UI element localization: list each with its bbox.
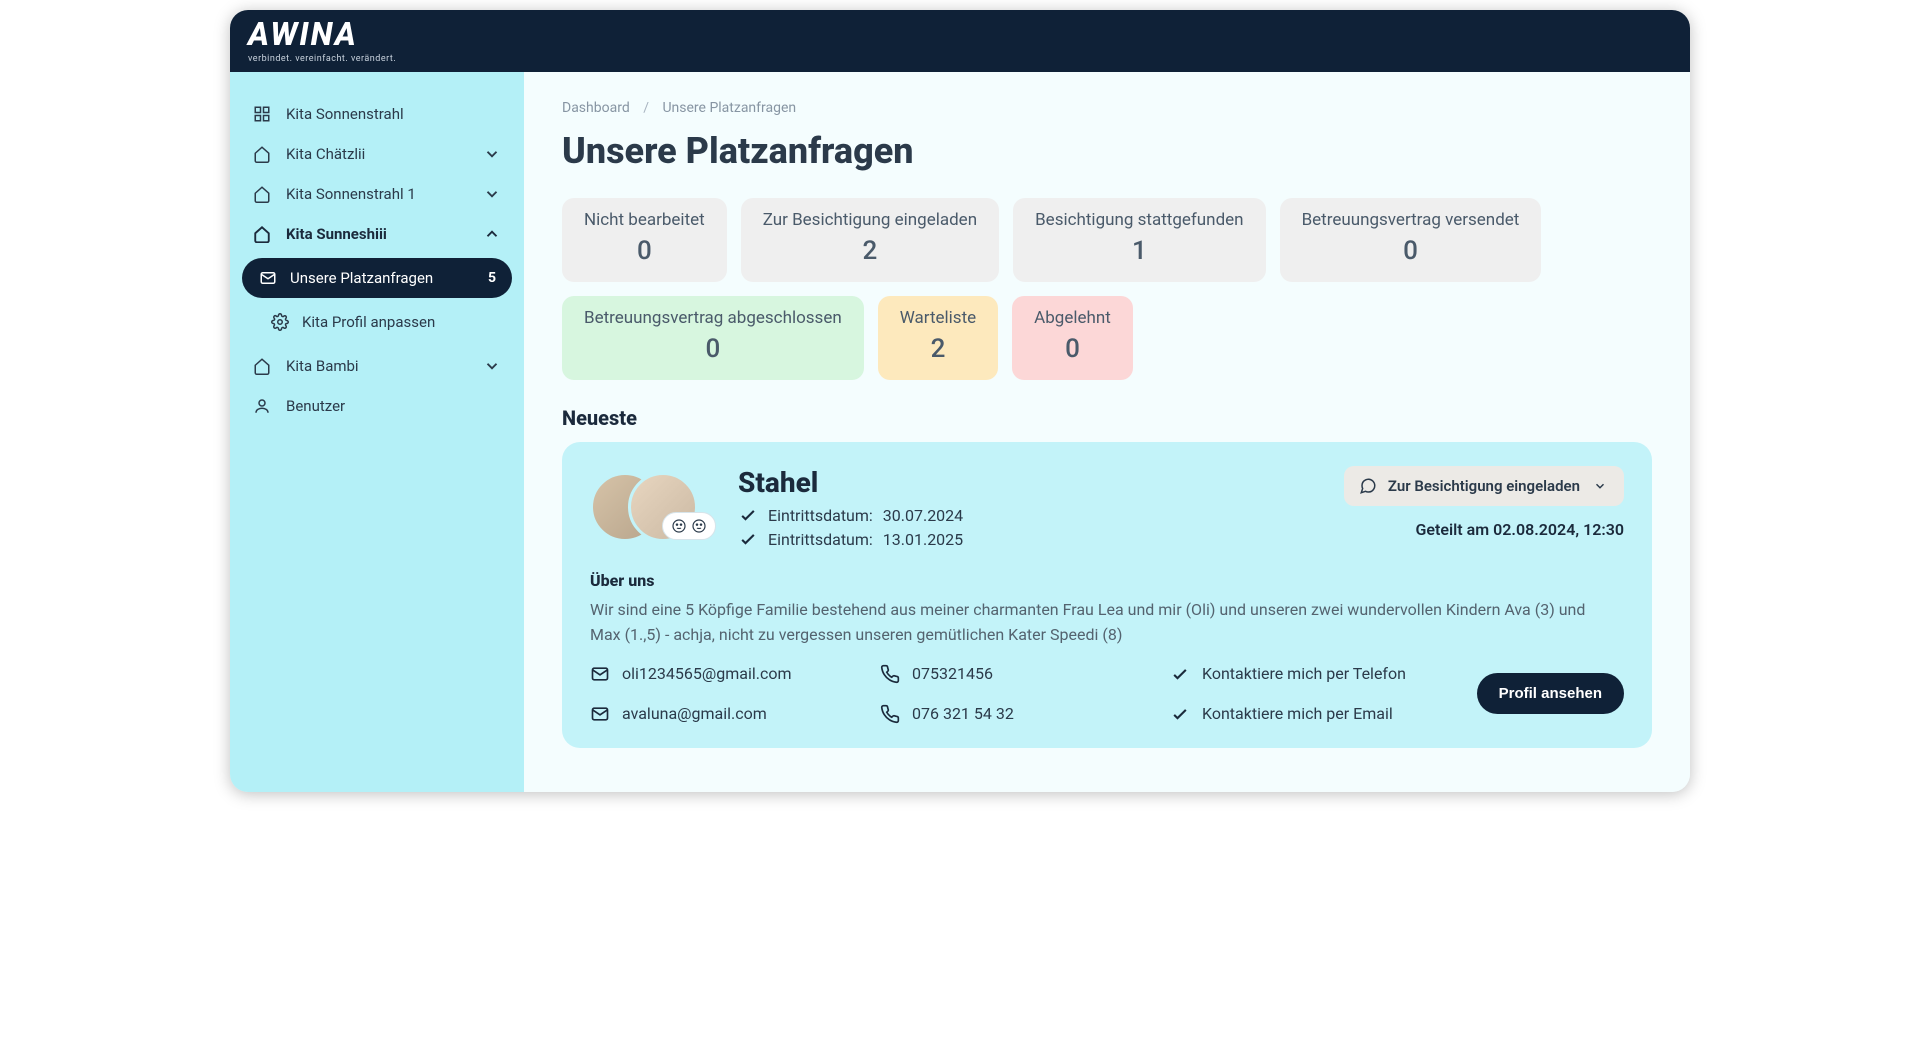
about-title: Über uns bbox=[590, 571, 1624, 590]
stat-label: Besichtigung stattgefunden bbox=[1035, 210, 1243, 230]
breadcrumb-sep: / bbox=[643, 100, 649, 116]
home-icon bbox=[252, 224, 272, 244]
contact-email-1: oli1234565@gmail.com bbox=[590, 664, 880, 684]
section-latest-title: Neueste bbox=[562, 406, 1652, 430]
view-profile-button[interactable]: Profil ansehen bbox=[1477, 673, 1624, 714]
page-title: Unsere Platzanfragen bbox=[562, 130, 1652, 172]
sidebar-item-label: Benutzer bbox=[286, 397, 345, 415]
stat-value: 0 bbox=[1302, 236, 1520, 266]
sidebar-item-label: Kita Bambi bbox=[286, 357, 359, 375]
stat-card[interactable]: Warteliste 2 bbox=[878, 296, 998, 380]
contact-phone-2: 076 321 54 32 bbox=[880, 704, 1170, 724]
avatar-group bbox=[590, 466, 710, 550]
request-card: Stahel Eintrittsdatum: 30.07.2024 bbox=[562, 442, 1652, 748]
status-label: Zur Besichtigung eingeladen bbox=[1388, 477, 1580, 495]
grid-icon bbox=[252, 104, 272, 124]
mail-icon bbox=[590, 704, 610, 724]
chevron-down-icon bbox=[482, 144, 502, 164]
home-icon bbox=[252, 184, 272, 204]
stat-card[interactable]: Besichtigung stattgefunden 1 bbox=[1013, 198, 1265, 282]
sidebar-badge: 5 bbox=[488, 270, 496, 286]
stat-value: 2 bbox=[900, 334, 976, 364]
breadcrumb: Dashboard / Unsere Platzanfragen bbox=[562, 100, 1652, 116]
check-icon bbox=[738, 529, 758, 549]
chevron-down-icon bbox=[482, 356, 502, 376]
stat-value: 2 bbox=[763, 236, 977, 266]
gear-icon bbox=[270, 312, 290, 332]
sidebar-item-label: Kita Sonnenstrahl 1 bbox=[286, 185, 416, 203]
sidebar-sub-label: Kita Profil anpassen bbox=[302, 313, 435, 331]
contact-pref-email: Kontaktiere mich per Email bbox=[1170, 704, 1477, 724]
sidebar-item-label: Kita Sonnenstrahl bbox=[286, 105, 404, 123]
shared-timestamp: Geteilt am 02.08.2024, 12:30 bbox=[1415, 520, 1624, 539]
stat-value: 0 bbox=[584, 236, 705, 266]
sidebar-item-bambi[interactable]: Kita Bambi bbox=[242, 346, 512, 386]
stat-card[interactable]: Abgelehnt 0 bbox=[1012, 296, 1133, 380]
about-text: Wir sind eine 5 Köpfige Familie bestehen… bbox=[590, 598, 1590, 648]
sidebar-item-sunneshiii[interactable]: Kita Sunneshiii bbox=[242, 214, 512, 254]
main-content: Dashboard / Unsere Platzanfragen Unsere … bbox=[524, 72, 1690, 792]
stat-card[interactable]: Zur Besichtigung eingeladen 2 bbox=[741, 198, 999, 282]
mail-icon bbox=[590, 664, 610, 684]
contact-phone-1: 075321456 bbox=[880, 664, 1170, 684]
chevron-up-icon bbox=[482, 224, 502, 244]
chevron-down-icon bbox=[1590, 476, 1610, 496]
sidebar: Kita Sonnenstrahl Kita Chätzlii Kita Son… bbox=[230, 72, 524, 792]
stat-value: 0 bbox=[584, 334, 842, 364]
stat-value: 1 bbox=[1035, 236, 1243, 266]
request-family-name: Stahel bbox=[738, 466, 1316, 499]
check-icon bbox=[1170, 704, 1190, 724]
stats-row: Nicht bearbeitet 0 Zur Besichtigung eingel… bbox=[562, 198, 1652, 380]
chevron-down-icon bbox=[482, 184, 502, 204]
stat-label: Betreuungsvertrag versendet bbox=[1302, 210, 1520, 230]
contact-email-2: avaluna@gmail.com bbox=[590, 704, 880, 724]
sidebar-item-benutzer[interactable]: Benutzer bbox=[242, 386, 512, 426]
contact-pref-phone: Kontaktiere mich per Telefon bbox=[1170, 664, 1477, 684]
stat-value: 0 bbox=[1034, 334, 1111, 364]
entry-label: Eintrittsdatum: bbox=[768, 530, 873, 549]
stat-card[interactable]: Nicht bearbeitet 0 bbox=[562, 198, 727, 282]
sidebar-item-chaetzlii[interactable]: Kita Chätzlii bbox=[242, 134, 512, 174]
logo: AWINA bbox=[248, 18, 396, 50]
phone-icon bbox=[880, 704, 900, 724]
stat-label: Zur Besichtigung eingeladen bbox=[763, 210, 977, 230]
sidebar-item-sonnenstrahl1[interactable]: Kita Sonnenstrahl 1 bbox=[242, 174, 512, 214]
breadcrumb-root[interactable]: Dashboard bbox=[562, 100, 630, 116]
status-dropdown[interactable]: Zur Besichtigung eingeladen bbox=[1344, 466, 1624, 506]
child-icons bbox=[662, 512, 716, 540]
sidebar-item-sonnenstrahl[interactable]: Kita Sonnenstrahl bbox=[242, 94, 512, 134]
home-icon bbox=[252, 144, 272, 164]
sidebar-sub-label: Unsere Platzanfragen bbox=[290, 269, 433, 287]
home-icon bbox=[252, 356, 272, 376]
stat-card[interactable]: Betreuungsvertrag versendet 0 bbox=[1280, 198, 1542, 282]
stat-label: Betreuungsvertrag abgeschlossen bbox=[584, 308, 842, 328]
sidebar-sub-profil[interactable]: Kita Profil anpassen bbox=[242, 302, 512, 342]
stat-label: Nicht bearbeitet bbox=[584, 210, 705, 230]
entry-date-2: 13.01.2025 bbox=[883, 530, 963, 549]
logo-subtitle: verbindet. vereinfacht. verändert. bbox=[248, 54, 396, 64]
check-icon bbox=[1170, 664, 1190, 684]
entry-label: Eintrittsdatum: bbox=[768, 506, 873, 525]
sidebar-item-label: Kita Sunneshiii bbox=[286, 225, 387, 243]
stat-label: Abgelehnt bbox=[1034, 308, 1111, 328]
breadcrumb-current: Unsere Platzanfragen bbox=[662, 100, 796, 116]
user-icon bbox=[252, 396, 272, 416]
mail-icon bbox=[258, 268, 278, 288]
app-header: AWINA verbindet. vereinfacht. verändert. bbox=[230, 10, 1690, 72]
stat-label: Warteliste bbox=[900, 308, 976, 328]
sidebar-item-label: Kita Chätzlii bbox=[286, 145, 365, 163]
phone-icon bbox=[880, 664, 900, 684]
entry-date-1: 30.07.2024 bbox=[883, 506, 963, 525]
sidebar-sub-platzanfragen[interactable]: Unsere Platzanfragen 5 bbox=[242, 258, 512, 298]
chat-icon bbox=[1358, 476, 1378, 496]
check-icon bbox=[738, 505, 758, 525]
stat-card[interactable]: Betreuungsvertrag abgeschlossen 0 bbox=[562, 296, 864, 380]
